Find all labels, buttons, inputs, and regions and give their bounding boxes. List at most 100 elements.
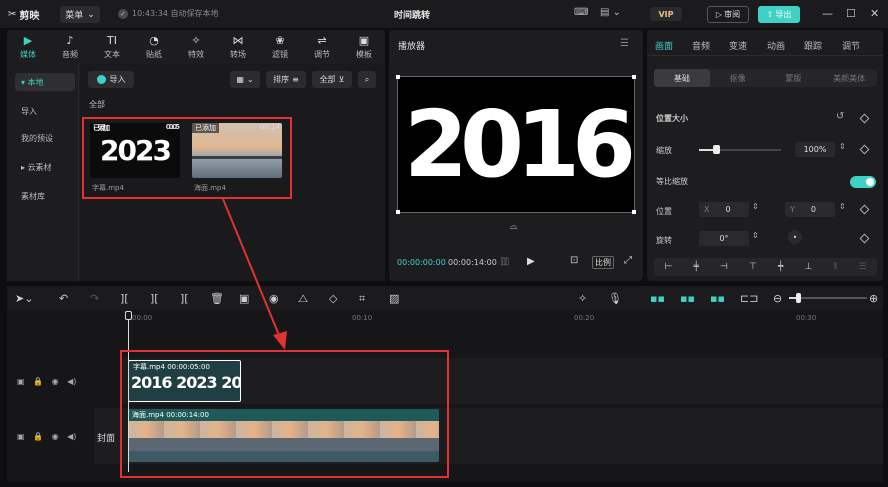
- pos-y-field[interactable]: Y0: [785, 202, 835, 217]
- reset-icon[interactable]: ↺: [836, 111, 844, 122]
- stepper-icon[interactable]: ⇕: [752, 202, 759, 211]
- rotate-handle-icon[interactable]: ⌓: [510, 222, 517, 232]
- media-search-button[interactable]: ⌕: [358, 71, 376, 88]
- lock-icon[interactable]: 🔒: [33, 377, 43, 386]
- scale-slider-knob[interactable]: [713, 145, 720, 154]
- resize-handle[interactable]: [632, 75, 636, 79]
- resize-handle[interactable]: [396, 210, 400, 214]
- subtab-mask[interactable]: 蒙版: [766, 69, 822, 87]
- tool-text[interactable]: TI 文本: [91, 30, 133, 64]
- sidebar-item-cloud[interactable]: ▸ 云素材: [15, 158, 75, 176]
- align-top-icon[interactable]: ⊤: [749, 262, 757, 272]
- align-center-v-icon[interactable]: ┿: [778, 262, 783, 272]
- close-button[interactable]: ✕: [870, 7, 879, 20]
- mirror-icon[interactable]: ⧍: [298, 292, 308, 306]
- split-icon[interactable]: ][: [120, 292, 129, 305]
- tool-media[interactable]: ▶ 媒体: [7, 30, 49, 64]
- align-center-h-icon[interactable]: ╪: [694, 262, 699, 272]
- properties-panel: [647, 30, 883, 281]
- subtab-beauty[interactable]: 美颜美体: [821, 69, 877, 87]
- grid-view-button[interactable]: ▦ ⌄: [230, 71, 260, 88]
- tool-sticker[interactable]: ◔ 贴纸: [133, 30, 175, 64]
- import-button[interactable]: 导入: [88, 71, 134, 88]
- track-visibility-icon[interactable]: ▣: [17, 432, 25, 441]
- review-button[interactable]: ▷ 审阅: [707, 6, 749, 23]
- ai-effect-icon[interactable]: ✧: [578, 292, 587, 305]
- expand-icon[interactable]: ⤢: [624, 255, 632, 266]
- minimize-button[interactable]: —: [822, 7, 833, 20]
- tab-animation[interactable]: 动画: [767, 39, 785, 52]
- playhead-handle[interactable]: [125, 311, 132, 320]
- crop-icon[interactable]: ⌗: [359, 292, 365, 306]
- align-left-icon[interactable]: ⊢: [665, 262, 673, 272]
- play-icon[interactable]: ▶: [527, 256, 535, 267]
- rotate-input[interactable]: 0°: [699, 231, 749, 246]
- tool-audio[interactable]: ♪ 音频: [49, 30, 91, 64]
- keyboard-icon[interactable]: ⌨: [574, 7, 588, 18]
- menu-button[interactable]: 菜单 ⌄: [60, 6, 100, 23]
- maximize-button[interactable]: ☐: [846, 7, 856, 20]
- distribute-h-icon[interactable]: ⫴: [833, 262, 837, 272]
- sidebar-item-library[interactable]: 素材库: [15, 187, 75, 205]
- stepper-icon[interactable]: ⇕: [839, 142, 846, 151]
- sort-button[interactable]: 排序 ≡: [266, 71, 306, 88]
- export-button[interactable]: ⇧ 导出: [758, 6, 800, 23]
- eye-icon[interactable]: ◉: [52, 432, 59, 441]
- undo-icon[interactable]: ↶: [59, 292, 68, 305]
- rotate-dial-icon[interactable]: •: [788, 230, 802, 244]
- split-left-icon[interactable]: ][: [150, 292, 159, 305]
- linkage-icon[interactable]: ▪▪: [710, 292, 725, 305]
- menu-icon[interactable]: ☰: [620, 38, 629, 49]
- scale-input[interactable]: 100%: [795, 142, 835, 157]
- tab-tracking[interactable]: 跟踪: [804, 39, 822, 52]
- layout-icon[interactable]: ▤ ⌄: [600, 7, 621, 18]
- pos-x-field[interactable]: X0: [699, 202, 749, 217]
- tab-speed[interactable]: 变速: [729, 39, 747, 52]
- track-visibility-icon[interactable]: ▣: [17, 377, 25, 386]
- ratio-button[interactable]: 比例: [592, 256, 614, 269]
- split-right-icon[interactable]: ][: [180, 292, 189, 305]
- uniform-scale-toggle[interactable]: [850, 176, 876, 188]
- lock-icon[interactable]: 🔒: [33, 432, 43, 441]
- tab-audio[interactable]: 音频: [692, 39, 710, 52]
- fullscreen-fit-icon[interactable]: ⊡: [570, 255, 578, 266]
- tool-adjust[interactable]: ⇌ 调节: [301, 30, 343, 64]
- stepper-icon[interactable]: ⇕: [752, 231, 759, 240]
- search-icon: ⌕: [364, 74, 370, 84]
- zoom-slider-knob[interactable]: [796, 293, 801, 303]
- align-right-icon[interactable]: ⊣: [720, 262, 728, 272]
- speaker-icon[interactable]: ◀): [67, 377, 76, 386]
- tab-canvas[interactable]: 画面: [655, 39, 673, 52]
- tool-transition[interactable]: ⋈ 转场: [217, 30, 259, 64]
- rotate-icon[interactable]: ◇: [329, 292, 337, 305]
- preview-screen[interactable]: 2016: [396, 75, 636, 214]
- zoom-out-icon[interactable]: ⊖: [773, 292, 782, 305]
- select-cursor-icon[interactable]: ➤⌄: [15, 292, 33, 305]
- subtab-basic[interactable]: 基础: [654, 69, 710, 87]
- tool-template[interactable]: ▣ 模板: [343, 30, 385, 64]
- distribute-v-icon[interactable]: ☰: [858, 262, 866, 272]
- image-icon[interactable]: ▨: [389, 292, 399, 305]
- sidebar-item-local[interactable]: ▾ 本地: [15, 73, 75, 91]
- speaker-icon[interactable]: ◀): [67, 432, 76, 441]
- tool-effects[interactable]: ✧ 特效: [175, 30, 217, 64]
- filter-all-button[interactable]: 全部 ⊻: [312, 71, 352, 88]
- auto-snap-icon[interactable]: ▪▪: [680, 292, 695, 305]
- sidebar-item-import[interactable]: 导入: [15, 102, 75, 120]
- microphone-icon[interactable]: 🎙: [608, 292, 622, 305]
- subtab-keying[interactable]: 抠像: [710, 69, 766, 87]
- resize-handle[interactable]: [396, 75, 400, 79]
- resize-handle[interactable]: [632, 210, 636, 214]
- stepper-icon[interactable]: ⇕: [839, 202, 846, 211]
- zoom-in-icon[interactable]: ⊕: [869, 292, 878, 305]
- vip-badge[interactable]: VIP: [650, 7, 682, 21]
- tab-adjust[interactable]: 调节: [842, 39, 860, 52]
- eye-icon[interactable]: ◉: [52, 377, 59, 386]
- sidebar-item-presets[interactable]: 我的预设: [15, 129, 75, 147]
- align-bottom-icon[interactable]: ⊥: [804, 262, 812, 272]
- cover-button[interactable]: 封面: [97, 431, 115, 444]
- tool-filter[interactable]: ❀ 滤镜: [259, 30, 301, 64]
- redo-icon[interactable]: ↷: [90, 292, 99, 305]
- main-track-magnet-icon[interactable]: ▪▪: [650, 292, 665, 305]
- preview-axis-icon[interactable]: ⊏⊐: [740, 292, 758, 305]
